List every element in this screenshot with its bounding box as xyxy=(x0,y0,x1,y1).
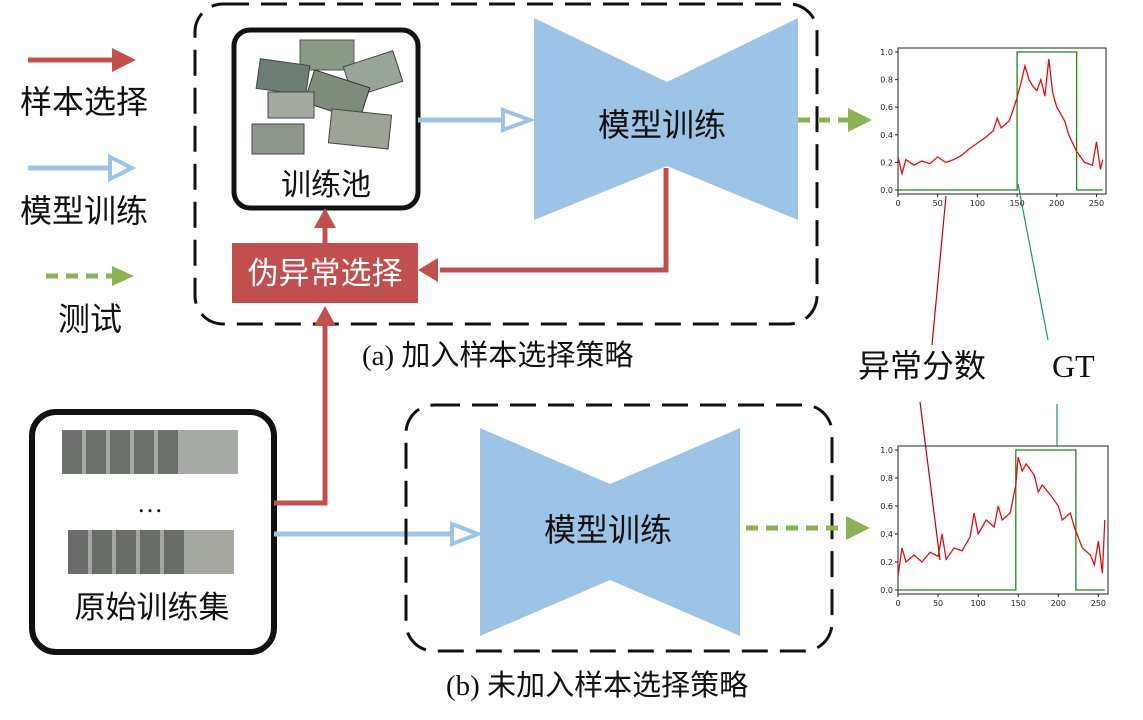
legend-selection-arrowhead xyxy=(112,48,136,72)
legend: 样本选择 模型训练 测试 xyxy=(20,48,148,337)
frame-edge xyxy=(110,430,130,474)
arrow-test-top-head xyxy=(848,108,872,132)
x-tick-label: 0 xyxy=(895,199,900,208)
x-tick-label: 100 xyxy=(970,199,985,208)
arrow-selection-to-pool-head xyxy=(314,208,336,228)
chart-frame xyxy=(897,47,1107,195)
arrow-dataset-to-selection-head xyxy=(314,306,336,326)
y-tick-label: 1.0 xyxy=(880,48,893,57)
frame-edge xyxy=(134,430,154,474)
gt-label: GT xyxy=(1052,348,1095,384)
diagram-svg: 样本选择 模型训练 测试 训练池 模型训练 伪异常选择 (a) 加入样本选择策略 xyxy=(20,2,1109,702)
diagram-canvas: 样本选择 模型训练 测试 训练池 模型训练 伪异常选择 (a) 加入样本选择策略 xyxy=(0,0,1143,720)
y-tick-label: 0.4 xyxy=(880,530,893,539)
x-tick-label: 50 xyxy=(933,199,943,208)
legend-training-label: 模型训练 xyxy=(20,193,148,229)
y-tick-label: 0.6 xyxy=(880,502,893,511)
gt-pointer-top xyxy=(1017,183,1049,341)
gt-series-line xyxy=(898,51,1103,191)
y-tick-label: 1.0 xyxy=(880,446,893,455)
legend-testing-arrowhead xyxy=(112,266,134,286)
y-tick-label: 0.8 xyxy=(880,474,893,483)
legend-testing-label: 测试 xyxy=(58,301,122,337)
frame-edge xyxy=(158,430,178,474)
pseudo-anomaly-selection-label: 伪异常选择 xyxy=(248,256,403,292)
arrow-model-to-selection-head xyxy=(418,258,438,282)
panel-b-caption: (b) 未加入样本选择策略 xyxy=(446,669,748,702)
pool-image-7 xyxy=(327,108,393,150)
arrow-dataset-to-model-head xyxy=(450,521,484,547)
pool-image-5 xyxy=(267,91,315,119)
x-tick-label: 200 xyxy=(1051,599,1066,608)
anomaly-score-series-line xyxy=(897,58,1104,176)
legend-training-arrowhead xyxy=(108,153,137,183)
anomaly-score-label: 异常分数 xyxy=(858,348,986,384)
frame-edge xyxy=(140,530,160,574)
frame-edge xyxy=(164,530,184,574)
training-pool-label: 训练池 xyxy=(281,169,371,202)
x-tick-label: 200 xyxy=(1049,199,1064,208)
y-tick-label: 0.0 xyxy=(880,586,893,595)
arrow-dataset-to-selection xyxy=(274,326,328,506)
chart-top: 0.00.20.40.60.81.00 50 100 150 200 250 xyxy=(880,47,1107,208)
x-tick-label: 250 xyxy=(1089,199,1104,208)
x-tick-label: 100 xyxy=(971,599,986,608)
y-tick-label: 0.4 xyxy=(880,131,893,140)
arrow-pool-to-model-head xyxy=(501,107,536,133)
dataset-strip-2 xyxy=(68,530,234,574)
x-tick-label: 50 xyxy=(933,599,943,608)
y-tick-label: 0.2 xyxy=(880,558,893,567)
x-tick-label: 0 xyxy=(895,599,900,608)
y-tick-label: 0.6 xyxy=(880,103,893,112)
dataset-label: 原始训练集 xyxy=(75,590,230,625)
arrow-test-bottom-head xyxy=(846,516,870,540)
frame-edge xyxy=(116,530,136,574)
legend-selection-label: 样本选择 xyxy=(20,84,148,120)
dataset-strip-1 xyxy=(62,430,238,474)
y-tick-label: 0.0 xyxy=(880,186,893,195)
anomaly-score-pointer-top xyxy=(931,195,947,346)
model-block-bottom-label: 模型训练 xyxy=(544,512,672,548)
dataset-ellipsis: … xyxy=(137,489,163,518)
frame-edge xyxy=(92,530,112,574)
y-tick-label: 0.2 xyxy=(880,158,893,167)
x-tick-label: 250 xyxy=(1091,599,1106,608)
pool-image-6 xyxy=(251,123,305,155)
chart-bottom: 0.0 0.2 0.4 0.6 0.8 1.0 0 50 100 150 200 250 xyxy=(880,445,1109,608)
y-tick-label: 0.8 xyxy=(880,76,893,85)
x-tick-label: 150 xyxy=(1011,599,1026,608)
frame-edge xyxy=(86,430,106,474)
panel-a-caption: (a) 加入样本选择策略 xyxy=(362,339,633,372)
model-block-top-label: 模型训练 xyxy=(598,107,726,143)
frame-edge xyxy=(62,430,82,474)
frame-edge xyxy=(68,530,88,574)
anomaly-score-pointer-bottom xyxy=(919,401,941,561)
pool-image-2 xyxy=(255,58,311,96)
